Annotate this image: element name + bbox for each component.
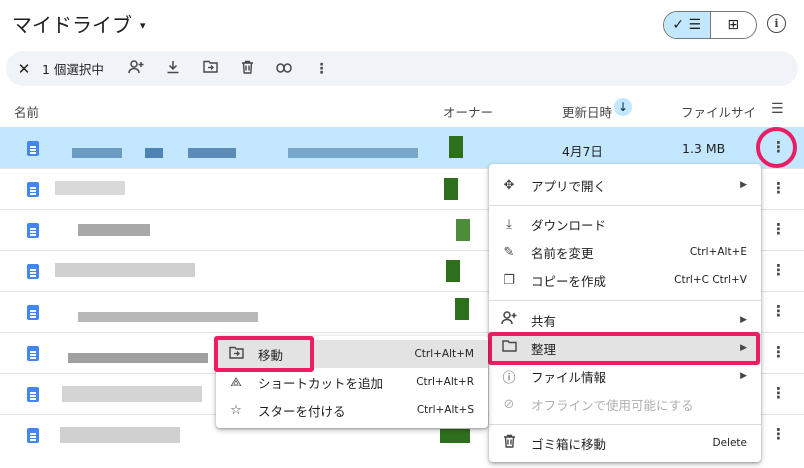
doc-icon [27, 346, 39, 361]
selection-count: 1 個選択中 [42, 62, 104, 77]
avatar [446, 260, 460, 282]
doc-icon [27, 387, 39, 402]
move-arrows-icon: ✥ [503, 177, 515, 193]
trash-icon [501, 434, 517, 452]
more-actions-icon[interactable]: ⋮ [771, 384, 786, 402]
menu-item-add-shortcut[interactable]: ⟁ ショートカットを追加 Ctrl+Alt+R [216, 368, 488, 396]
more-actions-icon[interactable]: ⋮ [771, 343, 786, 361]
chevron-right-icon: ▶ [740, 315, 747, 325]
sort-direction-icon[interactable]: ↓ [614, 98, 632, 116]
avatar [444, 178, 458, 200]
view-toggle: ✓ ☰ ⊞ [663, 11, 757, 39]
more-icon[interactable]: ⋮ [303, 61, 340, 77]
move-icon[interactable] [192, 60, 229, 77]
menu-item-file-info[interactable]: ⓘ ファイル情報 ▶ [489, 362, 761, 390]
trash-icon[interactable] [229, 60, 266, 78]
context-menu: ✥ アプリで開く ▶ ⤓ ダウンロード ✎ 名前を変更 Ctrl+Alt+E ❐… [489, 164, 761, 462]
download-icon: ⤓ [506, 216, 512, 232]
doc-icon [27, 305, 39, 320]
highlight-box-organize [488, 332, 760, 365]
star-icon: ☆ [230, 402, 242, 418]
more-actions-icon[interactable]: ⋮ [771, 179, 786, 197]
column-name[interactable]: 名前 [14, 102, 39, 121]
chevron-down-icon: ▾ [140, 18, 146, 32]
menu-item-trash[interactable]: ゴミ箱に移動 Delete [489, 429, 761, 457]
more-actions-icon[interactable]: ⋮ [771, 220, 786, 238]
share-icon [501, 311, 517, 329]
close-icon[interactable]: ✕ [8, 60, 40, 78]
sort-options-icon[interactable]: ☰ [771, 101, 784, 117]
avatar [449, 136, 463, 158]
info-icon[interactable]: i [767, 14, 786, 33]
menu-item-open-with[interactable]: ✥ アプリで開く ▶ [489, 171, 761, 199]
page-title: マイドライブ [12, 13, 132, 37]
avatar [440, 429, 470, 443]
chevron-right-icon: ▶ [740, 371, 747, 381]
more-actions-icon[interactable]: ⋮ [771, 302, 786, 320]
more-actions-icon[interactable]: ⋮ [771, 425, 786, 443]
doc-icon [27, 264, 39, 279]
menu-item-share[interactable]: 共有 ▶ [489, 306, 761, 334]
doc-icon [27, 223, 39, 238]
menu-item-copy[interactable]: ❐ コピーを作成 Ctrl+C Ctrl+V [489, 266, 761, 294]
modified-date: 4月7日 [562, 144, 603, 159]
menu-item-rename[interactable]: ✎ 名前を変更 Ctrl+Alt+E [489, 238, 761, 266]
menu-item-star[interactable]: ☆ スターを付ける Ctrl+Alt+S [216, 396, 488, 424]
doc-icon [27, 182, 39, 197]
menu-item-offline: ⊘ オフラインで使用可能にする [489, 390, 761, 418]
add-shortcut-icon: ⟁ [230, 374, 242, 390]
avatar [456, 219, 470, 241]
column-modified[interactable]: 更新日時 [562, 102, 612, 121]
page-title-dropdown[interactable]: マイドライブ ▾ [12, 9, 146, 38]
more-actions-icon[interactable]: ⋮ [771, 261, 786, 279]
column-owner[interactable]: オーナー [443, 102, 493, 121]
download-icon[interactable] [155, 60, 192, 78]
file-size: 1.3 MB [682, 141, 726, 156]
highlight-circle [756, 127, 797, 168]
offline-icon: ⊘ [503, 396, 515, 412]
doc-icon [27, 141, 39, 156]
list-view-button[interactable]: ✓ ☰ [664, 12, 711, 38]
avatar [455, 298, 469, 320]
share-icon[interactable] [118, 59, 155, 78]
doc-icon [27, 428, 39, 443]
copy-icon: ❐ [503, 272, 515, 288]
column-size[interactable]: ファイルサイ [681, 102, 756, 121]
grid-view-button[interactable]: ⊞ [711, 12, 757, 38]
pencil-icon: ✎ [503, 244, 515, 260]
table-row[interactable]: 4月7日 1.3 MB ⋮ [0, 127, 804, 168]
column-header-row: 名前 オーナー 更新日時 ファイルサイ [0, 96, 804, 124]
link-icon[interactable] [266, 61, 303, 77]
menu-item-download[interactable]: ⤓ ダウンロード [489, 210, 761, 238]
chevron-right-icon: ▶ [740, 180, 747, 190]
selection-toolbar: ✕ 1 個選択中 ⋮ [6, 51, 798, 86]
info-icon: ⓘ [502, 370, 516, 386]
highlight-box-move [214, 336, 314, 372]
